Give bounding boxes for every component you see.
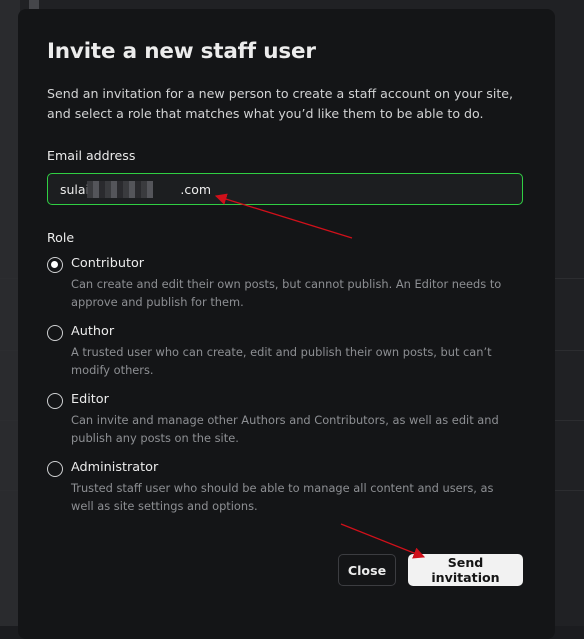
redacted-email-part bbox=[87, 181, 153, 198]
role-description: Trusted staff user who should be able to… bbox=[71, 481, 494, 513]
modal-title: Invite a new staff user bbox=[47, 39, 316, 64]
role-label: Role bbox=[47, 230, 75, 245]
role-description: Can invite and manage other Authors and … bbox=[71, 413, 499, 445]
radio-editor[interactable] bbox=[47, 393, 63, 409]
role-option-editor[interactable]: Editor Can invite and manage other Autho… bbox=[47, 392, 517, 448]
role-title: Contributor bbox=[71, 256, 145, 271]
role-description: A trusted user who can create, edit and … bbox=[71, 345, 492, 377]
close-button[interactable]: Close bbox=[338, 554, 396, 586]
radio-administrator[interactable] bbox=[47, 461, 63, 477]
role-title: Author bbox=[71, 324, 115, 339]
invite-staff-modal: Invite a new staff user Send an invitati… bbox=[18, 9, 555, 639]
send-invitation-button[interactable]: Send invitation bbox=[408, 554, 523, 586]
role-option-administrator[interactable]: Administrator Trusted staff user who sho… bbox=[47, 460, 517, 516]
radio-contributor[interactable] bbox=[47, 257, 63, 273]
role-option-author[interactable]: Author A trusted user who can create, ed… bbox=[47, 324, 517, 380]
role-description: Can create and edit their own posts, but… bbox=[71, 277, 502, 309]
role-title: Administrator bbox=[71, 460, 159, 475]
role-title: Editor bbox=[71, 392, 109, 407]
email-label: Email address bbox=[47, 148, 136, 163]
modal-description: Send an invitation for a new person to c… bbox=[47, 86, 514, 121]
backdrop-sidebar bbox=[0, 0, 20, 626]
radio-author[interactable] bbox=[47, 325, 63, 341]
role-option-contributor[interactable]: Contributor Can create and edit their ow… bbox=[47, 256, 517, 312]
